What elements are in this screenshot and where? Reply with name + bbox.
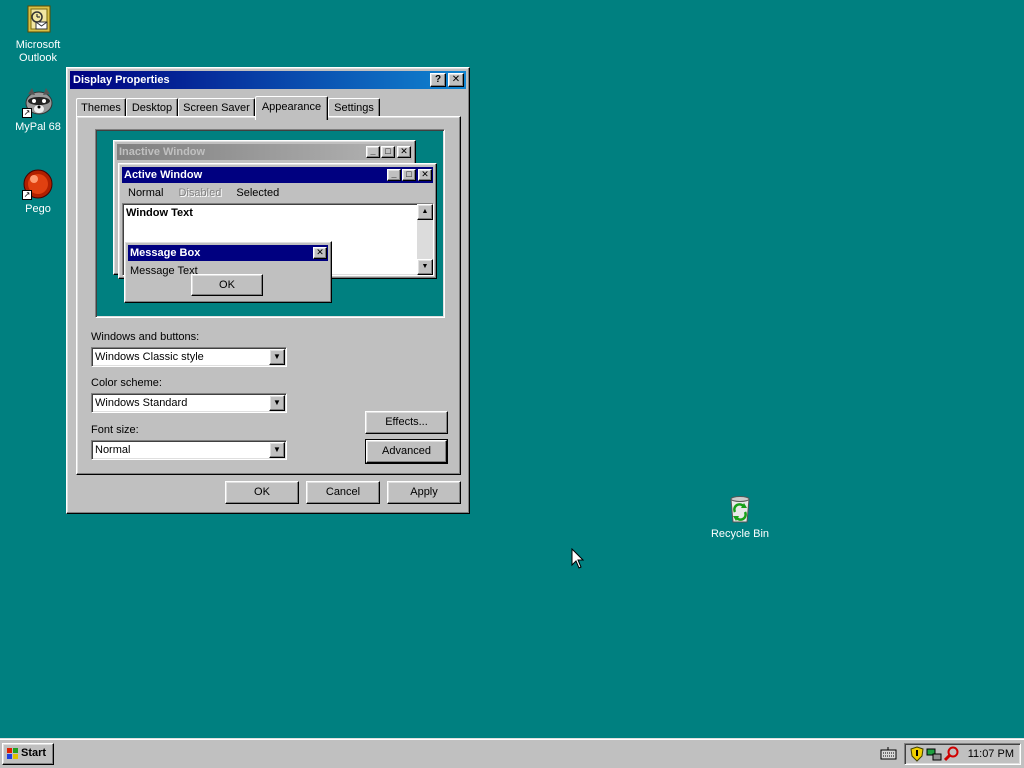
color-scheme-value: Windows Standard [95, 397, 188, 409]
cancel-button[interactable]: Cancel [306, 481, 380, 504]
dialog-title: Display Properties [73, 74, 170, 86]
preview-inactive-titlebar: Inactive Window _ □ ✕ [117, 144, 412, 160]
preview-menu-bar: Normal Disabled Selected [123, 185, 286, 201]
desktop-icon-recycle-bin[interactable]: Recycle Bin [705, 493, 775, 541]
preview-active-title: Active Window [124, 169, 203, 181]
dialog-titlebar[interactable]: Display Properties ? ✕ [70, 71, 466, 89]
close-icon: ✕ [418, 169, 432, 181]
appearance-preview: Inactive Window _ □ ✕ Active Window _ □ … [95, 129, 445, 318]
raccoon-icon: ↗ [22, 86, 54, 118]
help-button[interactable]: ? [430, 73, 446, 87]
preview-menu-selected: Selected [236, 187, 280, 199]
pego-icon: ↗ [22, 168, 54, 200]
preview-message-box-title: Message Box [130, 247, 201, 259]
preview-message-box-titlebar: Message Box ✕ [128, 245, 328, 261]
scroll-up-arrow-icon: ▲ [417, 204, 433, 220]
effects-button[interactable]: Effects... [365, 411, 448, 434]
start-button[interactable]: Start [2, 743, 54, 765]
chevron-down-icon[interactable]: ▼ [269, 349, 285, 365]
tab-settings[interactable]: Settings [328, 98, 380, 118]
preview-scrollbar: ▲ ▼ [417, 204, 433, 275]
maximize-icon: □ [381, 146, 395, 158]
preview-menu-normal: Normal [128, 187, 164, 199]
appearance-panel: Inactive Window _ □ ✕ Active Window _ □ … [76, 116, 461, 475]
search-icon[interactable] [943, 746, 960, 765]
start-label: Start [21, 747, 47, 759]
font-size-select[interactable]: Normal ▼ [91, 440, 287, 460]
tab-appearance[interactable]: Appearance [255, 96, 328, 120]
font-size-value: Normal [95, 444, 131, 456]
advanced-button[interactable]: Advanced [365, 439, 448, 464]
shortcut-arrow-icon: ↗ [22, 190, 32, 200]
recycle-bin-icon [724, 493, 756, 525]
shortcut-arrow-icon: ↗ [22, 108, 32, 118]
desktop-icon-outlook[interactable]: Microsoft Outlook [3, 4, 73, 65]
keyboard-icon[interactable] [880, 747, 897, 760]
tab-themes[interactable]: Themes [76, 98, 126, 118]
desktop-icon-label: Recycle Bin [710, 528, 770, 540]
security-shield-icon[interactable] [909, 746, 925, 765]
windows-buttons-select[interactable]: Windows Classic style ▼ [91, 347, 287, 367]
desktop-icon-mypal[interactable]: ↗ MyPal 68 [3, 86, 73, 134]
apply-button[interactable]: Apply [387, 481, 461, 504]
maximize-icon: □ [402, 169, 416, 181]
tab-desktop[interactable]: Desktop [126, 98, 178, 118]
chevron-down-icon[interactable]: ▼ [269, 442, 285, 458]
tab-screen-saver[interactable]: Screen Saver [178, 98, 255, 118]
minimize-icon: _ [366, 146, 380, 158]
taskbar: Start 11:07 PM [0, 738, 1024, 768]
tab-strip: Themes Desktop Screen Saver Appearance S… [76, 96, 460, 120]
scroll-down-arrow-icon: ▼ [417, 259, 433, 275]
network-icon[interactable] [926, 746, 942, 765]
outlook-icon [22, 4, 54, 36]
windows-logo-icon [6, 747, 19, 760]
font-size-label: Font size: [91, 424, 139, 436]
desktop-icon-label: MyPal 68 [15, 121, 61, 133]
ok-button[interactable]: OK [225, 481, 299, 504]
preview-window-text: Window Text [126, 207, 193, 219]
windows-buttons-label: Windows and buttons: [91, 331, 200, 343]
close-button[interactable]: ✕ [448, 73, 464, 87]
preview-menu-disabled: Disabled [178, 187, 222, 199]
windows-buttons-value: Windows Classic style [95, 351, 204, 363]
close-icon: ✕ [313, 247, 327, 259]
mouse-cursor-icon [571, 547, 585, 573]
clock[interactable]: 11:07 PM [968, 747, 1014, 761]
system-tray: 11:07 PM [904, 743, 1021, 765]
preview-active-titlebar: Active Window _ □ ✕ [122, 167, 433, 183]
desktop-icon-label: Pego [25, 203, 51, 215]
chevron-down-icon[interactable]: ▼ [269, 395, 285, 411]
desktop-icon-label: Microsoft Outlook [15, 39, 61, 64]
minimize-icon: _ [387, 169, 401, 181]
preview-inactive-title: Inactive Window [119, 146, 206, 158]
color-scheme-label: Color scheme: [91, 377, 162, 389]
desktop-icon-pego[interactable]: ↗ Pego [3, 168, 73, 216]
color-scheme-select[interactable]: Windows Standard ▼ [91, 393, 287, 413]
preview-message-box: Message Box ✕ Message Text OK [124, 241, 332, 303]
preview-ok-button: OK [191, 274, 263, 296]
display-properties-dialog: Display Properties ? ✕ Themes Desktop Sc… [66, 67, 470, 514]
preview-message-text: Message Text [130, 265, 198, 277]
close-icon: ✕ [397, 146, 411, 158]
